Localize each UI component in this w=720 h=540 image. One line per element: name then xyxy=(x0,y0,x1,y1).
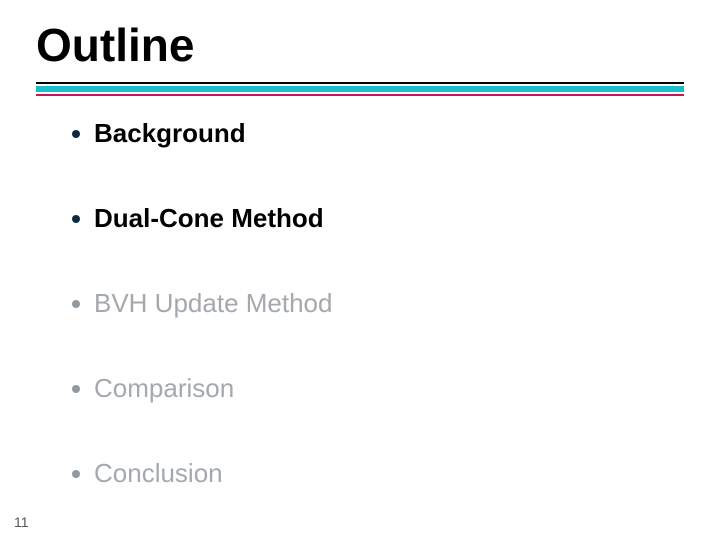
list-item: BVH Update Method xyxy=(72,288,332,319)
list-item-label: Comparison xyxy=(94,373,234,404)
page-title: Outline xyxy=(36,18,194,72)
list-item: Background xyxy=(72,118,332,149)
divider-top xyxy=(36,82,684,84)
list-item: Comparison xyxy=(72,373,332,404)
list-item-label: Background xyxy=(94,118,246,149)
list-item-label: Dual-Cone Method xyxy=(94,203,324,234)
bullet-icon xyxy=(72,130,80,138)
list-item: Dual-Cone Method xyxy=(72,203,332,234)
slide: Outline Background Dual-Cone Method BVH … xyxy=(0,0,720,540)
divider-accent-magenta xyxy=(36,94,684,96)
list-item-label: BVH Update Method xyxy=(94,288,332,319)
bullet-icon xyxy=(72,215,80,223)
outline-list: Background Dual-Cone Method BVH Update M… xyxy=(72,118,332,540)
list-item: Conclusion xyxy=(72,458,332,489)
page-number: 11 xyxy=(14,514,29,530)
list-item-label: Conclusion xyxy=(94,458,223,489)
bullet-icon xyxy=(72,470,80,478)
divider-accent-cyan xyxy=(36,86,684,92)
bullet-icon xyxy=(72,300,80,308)
bullet-icon xyxy=(72,385,80,393)
